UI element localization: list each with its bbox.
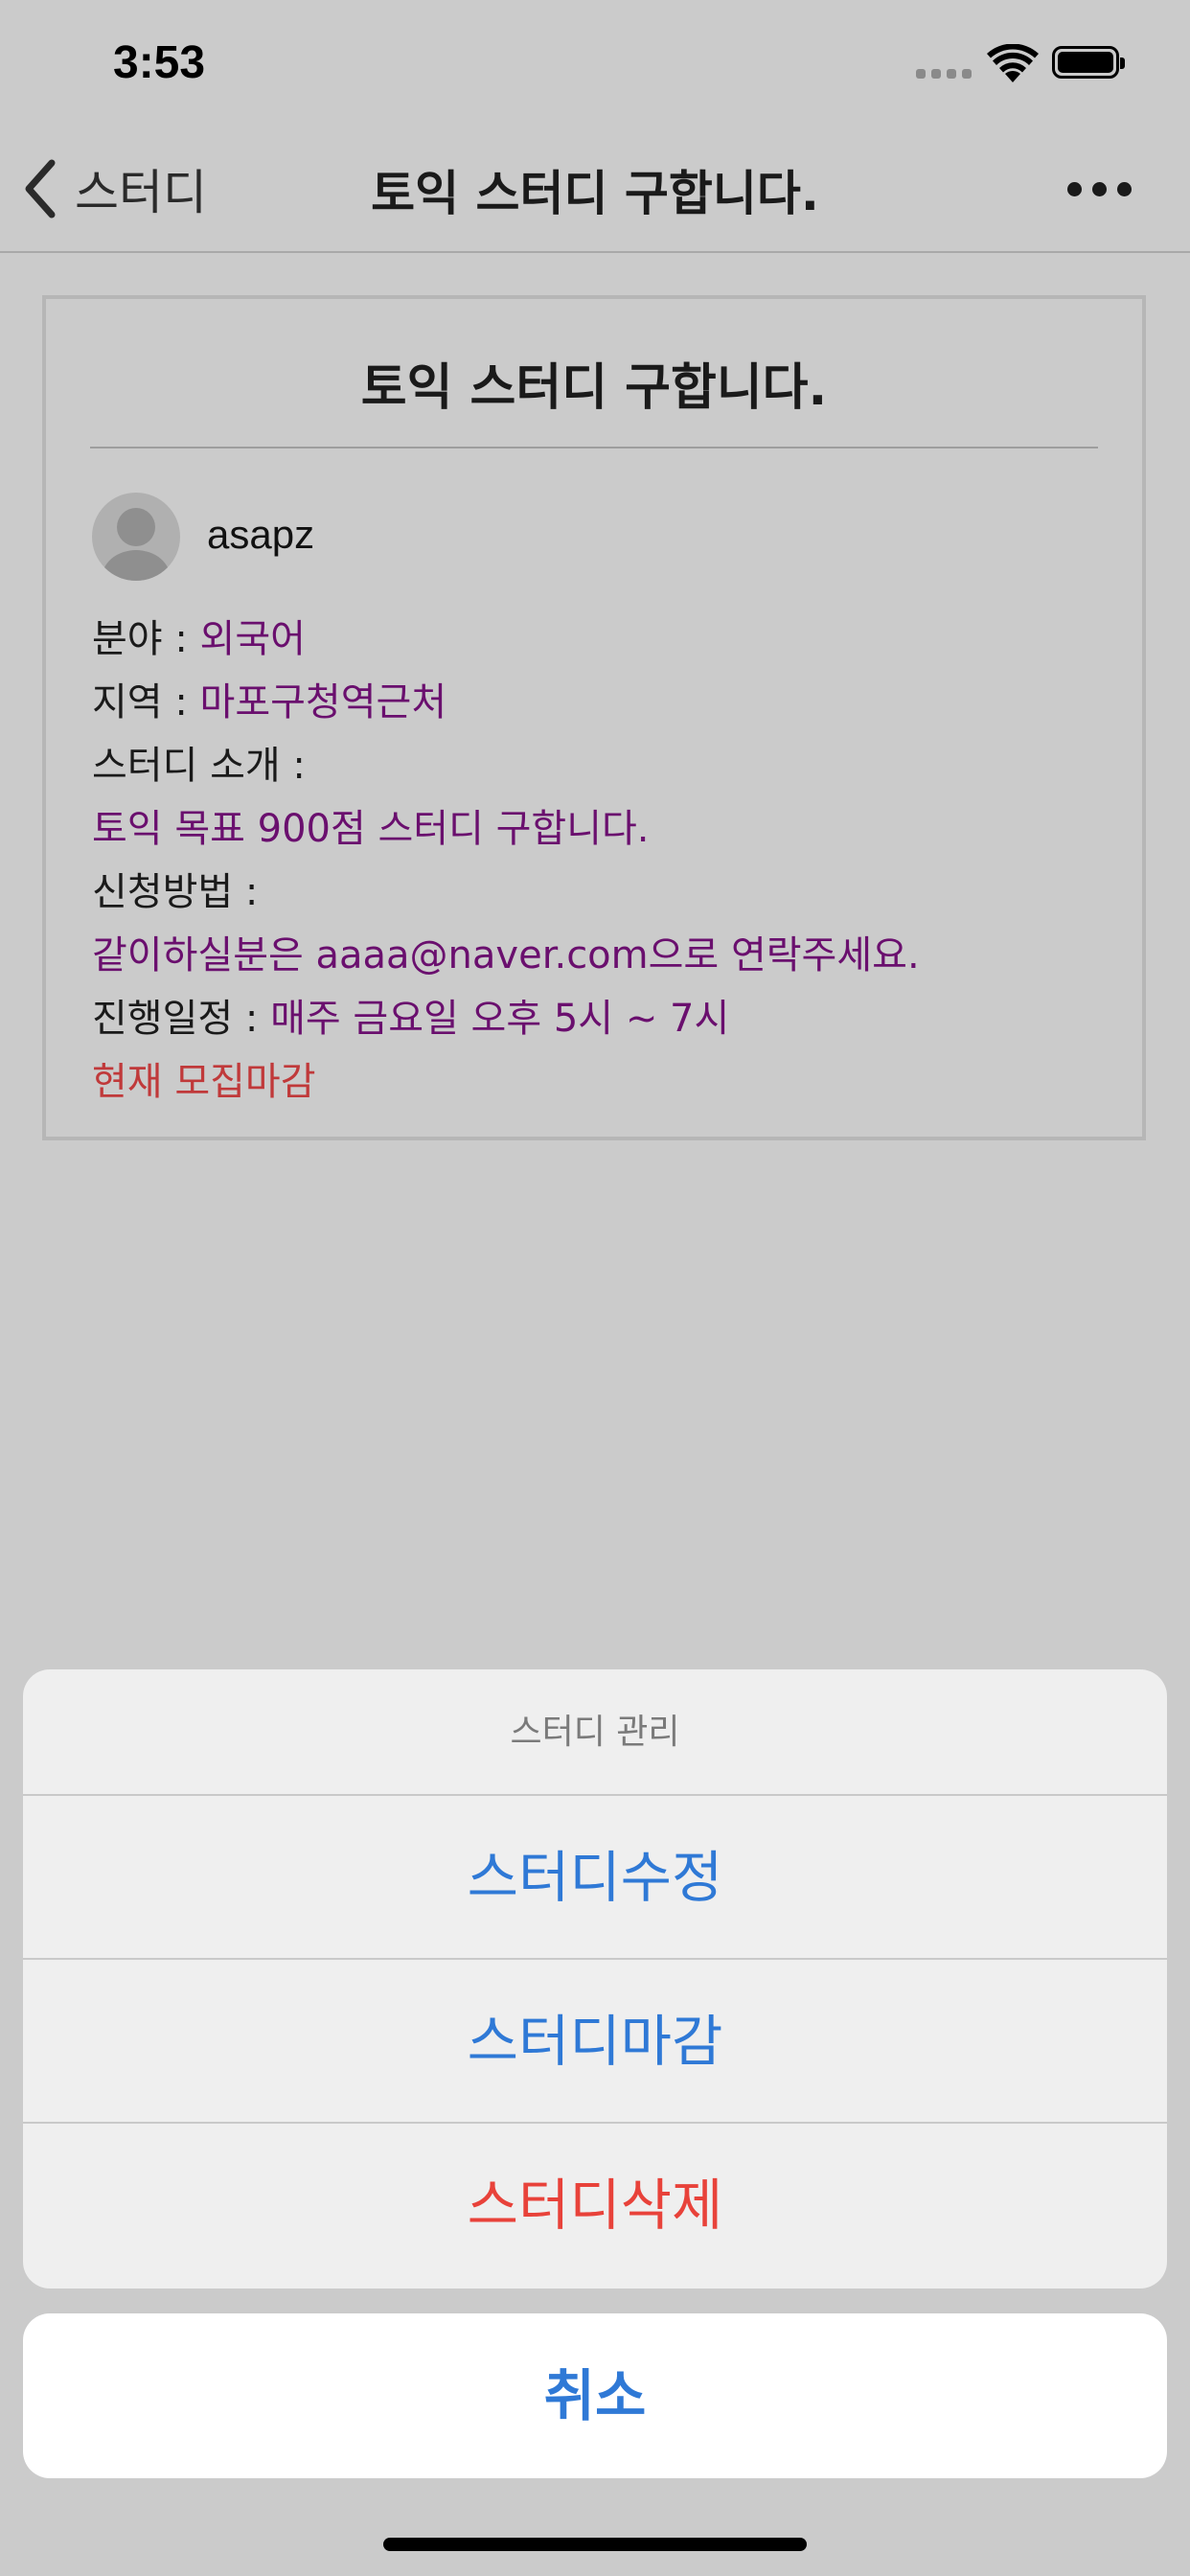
intro-label: 스터디 소개 :	[92, 734, 306, 790]
apply-label-text: 신청방법 :	[92, 870, 259, 914]
region-label: 지역 :	[92, 680, 200, 724]
home-indicator	[383, 2538, 807, 2551]
study-post-card: 토익 스터디 구합니다. asapz 분야 : 외국어 지역 : 마포구청역근처…	[42, 295, 1146, 1140]
intro-value-text: 토익 목표 900점 스터디 구합니다.	[92, 807, 650, 851]
navigation-bar: 스터디 토익 스터디 구합니다.	[0, 126, 1190, 253]
edit-study-button[interactable]: 스터디수정	[23, 1796, 1167, 1960]
schedule-label: 진행일정 :	[92, 997, 271, 1041]
user-avatar-icon	[102, 508, 171, 581]
page-title: 토익 스터디 구합니다.	[371, 166, 819, 221]
close-study-button[interactable]: 스터디마감	[23, 1960, 1167, 2124]
cellular-signal-icon	[916, 69, 972, 80]
field-row: 분야 : 외국어	[92, 608, 306, 663]
field-label: 분야 :	[92, 617, 200, 661]
field-value: 외국어	[199, 617, 306, 661]
recruit-status: 현재 모집마감	[92, 1050, 316, 1106]
region-row: 지역 : 마포구청역근처	[92, 671, 446, 726]
region-value: 마포구청역근처	[199, 680, 447, 724]
apply-value-text: 같이하실분은 aaaa@naver.com으로 연락주세요.	[92, 933, 920, 978]
apply-label: 신청방법 :	[92, 861, 258, 916]
schedule-row: 진행일정 : 매주 금요일 오후 5시 ~ 7시	[92, 987, 729, 1043]
cancel-button[interactable]: 취소	[23, 2313, 1167, 2478]
apply-value: 같이하실분은 aaaa@naver.com으로 연락주세요.	[92, 924, 920, 979]
action-sheet-title: 스터디 관리	[23, 1669, 1167, 1796]
author-name: asapz	[207, 512, 315, 557]
battery-icon	[1052, 46, 1125, 79]
intro-label-text: 스터디 소개 :	[92, 744, 306, 788]
more-options-button[interactable]	[1062, 172, 1138, 201]
recruit-status-text: 현재 모집마감	[92, 1060, 316, 1104]
status-time: 3:53	[113, 37, 206, 88]
intro-value: 토익 목표 900점 스터디 구합니다.	[92, 797, 650, 853]
action-sheet: 스터디 관리 스터디수정 스터디마감 스터디삭제	[23, 1669, 1167, 2288]
wifi-icon	[987, 44, 1039, 82]
schedule-value: 매주 금요일 오후 5시 ~ 7시	[270, 997, 730, 1041]
delete-study-button[interactable]: 스터디삭제	[23, 2124, 1167, 2288]
status-bar: 3:53	[0, 0, 1190, 126]
post-title: 토익 스터디 구합니다.	[360, 359, 828, 417]
divider	[90, 447, 1098, 448]
avatar	[92, 493, 180, 581]
